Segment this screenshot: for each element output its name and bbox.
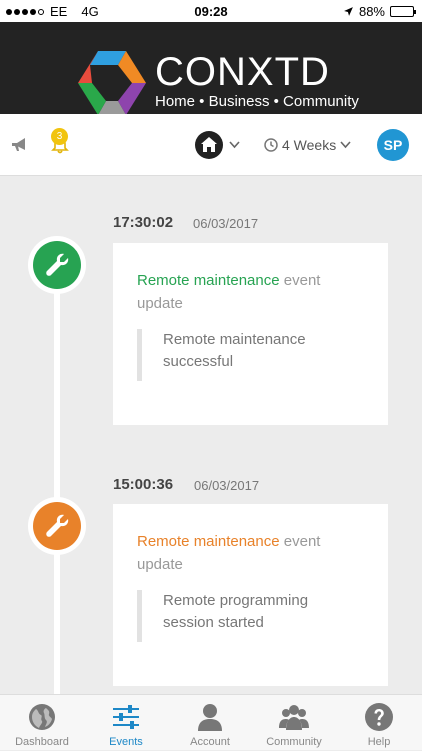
brand-tagline: Home • Business • Community [155, 93, 359, 110]
avatar[interactable]: SP [377, 129, 409, 161]
battery-info: 88% [343, 4, 416, 19]
help-icon [365, 703, 393, 731]
wrench-icon [46, 253, 69, 276]
event-headline: Remote maintenance event update [137, 269, 367, 315]
battery-percent: 88% [358, 4, 385, 19]
tab-label: Events [109, 736, 143, 748]
event-card[interactable]: Remote maintenance event update Remote m… [113, 243, 388, 425]
chevron-down-icon[interactable] [229, 141, 240, 149]
notification-badge: 3 [51, 128, 68, 145]
sliders-icon [113, 705, 139, 729]
status-bar: EE 4G 09:28 88% [0, 0, 422, 22]
timeline-line [54, 280, 60, 700]
period-label: 4 Weeks [282, 137, 337, 153]
event-time: 17:30:02 [113, 214, 174, 231]
event-date: 06/03/2017 [194, 478, 260, 493]
clock-icon [264, 138, 278, 152]
event-type-label: Remote maintenance [137, 272, 280, 289]
event-time: 15:00:36 [113, 476, 174, 493]
location-arrow-icon [344, 7, 353, 16]
event-type-badge[interactable] [28, 497, 86, 555]
conxtd-logo-icon [78, 51, 146, 115]
tab-label: Dashboard [15, 736, 69, 748]
event-detail: Remote programming session started [137, 590, 357, 642]
home-icon [201, 137, 217, 152]
brand-name: CONXTD [155, 50, 330, 94]
chevron-down-icon [340, 141, 351, 149]
tab-bar: Dashboard Events Account Community Help [0, 694, 422, 750]
tab-community[interactable]: Community [252, 695, 336, 751]
site-selector-button[interactable] [195, 131, 223, 159]
tab-dashboard[interactable]: Dashboard [0, 695, 84, 751]
group-icon [279, 705, 309, 730]
event-type-label: Remote maintenance [137, 533, 280, 550]
event-detail: Remote maintenance successful [137, 329, 357, 381]
event-card[interactable]: Remote maintenance event update Remote p… [113, 504, 388, 686]
tab-help[interactable]: Help [337, 695, 421, 751]
wrench-icon [46, 514, 69, 537]
globe-icon [29, 704, 55, 730]
event-date: 06/03/2017 [193, 216, 259, 231]
tab-account[interactable]: Account [168, 695, 252, 751]
period-selector[interactable]: 4 Weeks [264, 137, 351, 153]
battery-icon [390, 6, 416, 17]
brand-header: CONXTD Home • Business • Community [0, 22, 422, 115]
tab-label: Community [266, 736, 322, 748]
megaphone-icon[interactable] [11, 137, 29, 153]
tab-label: Account [190, 736, 230, 748]
event-headline: Remote maintenance event update [137, 530, 367, 576]
person-icon [198, 704, 222, 731]
tab-label: Help [367, 736, 391, 748]
tab-events[interactable]: Events [84, 695, 168, 751]
event-type-badge[interactable] [28, 236, 86, 294]
